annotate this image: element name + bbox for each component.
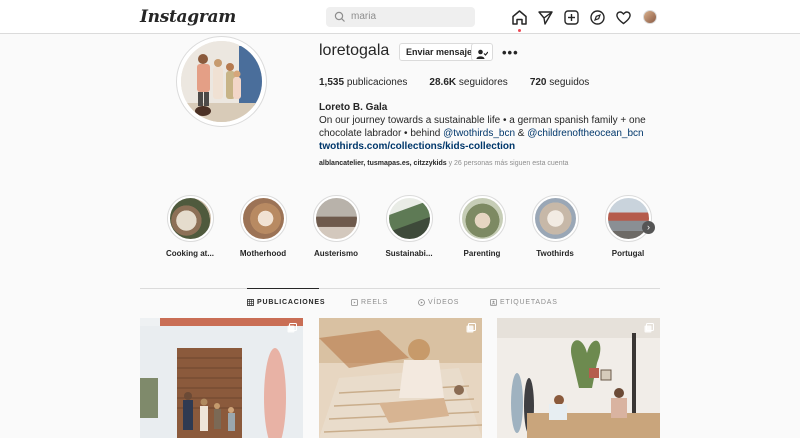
tab-label: PUBLICACIONES <box>257 299 326 306</box>
followed-by[interactable]: alblancatelier, tusmapas.es, citzzykids … <box>319 160 568 167</box>
tab-label: ETIQUETADAS <box>500 299 558 306</box>
instagram-logo[interactable]: Instagram <box>140 7 236 27</box>
profile-picture[interactable] <box>176 36 267 127</box>
highlight-item[interactable]: Cooking at... <box>160 195 220 258</box>
tab-label: REELS <box>361 299 388 306</box>
story-highlights: Cooking at... Motherhood Austerismo Sust… <box>160 195 660 265</box>
direct-button[interactable] <box>537 9 554 26</box>
active-dot <box>518 28 521 32</box>
tab-videos[interactable]: VÍDEOS <box>418 299 459 306</box>
compass-icon <box>590 9 605 25</box>
following-stat[interactable]: 720 seguidos <box>530 77 590 88</box>
bio-line-2-prefix: labrador • behind <box>364 128 444 139</box>
user-check-icon <box>476 49 488 59</box>
post-thumbnail[interactable] <box>140 318 303 438</box>
home-button[interactable] <box>511 9 528 32</box>
search-value: maria <box>351 11 377 22</box>
profile-stats: 1,535 publicaciones 28.6K seguidores 720… <box>319 77 589 88</box>
active-tab-indicator <box>247 288 319 289</box>
reels-icon <box>351 299 358 306</box>
highlight-label: Sustainabi... <box>385 249 433 258</box>
highlight-label: Cooking at... <box>166 249 214 258</box>
tabs-divider <box>140 288 660 289</box>
tab-publicaciones[interactable]: PUBLICACIONES <box>247 299 325 306</box>
home-icon <box>512 9 527 25</box>
followers-count: 28.6K <box>429 77 457 88</box>
bio-website-link[interactable]: twothirds.com/collections/kids-collectio… <box>319 140 669 153</box>
highlight-cover <box>315 198 357 239</box>
grid-icon <box>247 299 254 306</box>
profile-bio: Loreto B. Gala On our journey towards a … <box>319 101 669 153</box>
post-image <box>140 318 303 438</box>
highlight-cover <box>461 198 503 239</box>
followed-by-suffix: y 26 personas más siguen esta cuenta <box>446 160 569 167</box>
heart-icon <box>616 10 631 24</box>
posts-stat: 1,535 publicaciones <box>319 77 407 88</box>
more-options-button[interactable]: ••• <box>502 45 519 60</box>
highlight-label: Portugal <box>611 249 645 258</box>
highlight-label: Austerismo <box>313 249 358 258</box>
highlight-item[interactable]: Parenting <box>452 195 512 258</box>
follow-button[interactable] <box>471 43 493 61</box>
activity-button[interactable] <box>615 9 632 26</box>
bio-text: On our journey towards a sustainable lif… <box>319 114 669 140</box>
highlight-cover <box>388 198 430 239</box>
tagged-icon <box>490 299 497 306</box>
carousel-icon <box>287 323 297 333</box>
profile-full-name: Loreto B. Gala <box>319 102 388 113</box>
top-nav: Instagram maria <box>0 0 800 34</box>
profile-photo <box>181 41 262 122</box>
tab-label: VÍDEOS <box>428 299 460 306</box>
tab-reels[interactable]: REELS <box>351 299 388 306</box>
avatar <box>643 9 657 24</box>
posts-label: publicaciones <box>346 77 408 88</box>
profile-tabs: PUBLICACIONES REELS VÍDEOS ETIQUETADAS <box>140 299 660 311</box>
highlight-item[interactable]: Austerismo <box>306 195 366 258</box>
bio-mention-twothirds[interactable]: @twothirds_bcn <box>443 128 515 139</box>
paper-plane-icon <box>538 10 553 25</box>
followers-stat[interactable]: 28.6K seguidores <box>429 77 507 88</box>
video-icon <box>418 299 425 306</box>
profile-button[interactable] <box>641 9 658 26</box>
highlight-cover <box>169 198 211 239</box>
send-message-button[interactable]: Enviar mensaje <box>399 43 480 61</box>
followed-by-names: alblancatelier, tusmapas.es, citzzykids <box>319 160 447 167</box>
carousel-icon <box>466 323 476 333</box>
plus-square-icon <box>564 9 579 25</box>
highlight-label: Twothirds <box>536 249 574 258</box>
search-icon <box>334 11 345 22</box>
highlight-cover <box>242 198 284 239</box>
tab-etiquetadas[interactable]: ETIQUETADAS <box>490 299 558 306</box>
profile-username: loretogala <box>319 42 390 59</box>
following-label: seguidos <box>549 77 590 88</box>
bio-amp: & <box>515 128 528 139</box>
new-post-button[interactable] <box>563 9 580 26</box>
explore-button[interactable] <box>589 9 606 26</box>
highlight-cover <box>607 198 649 239</box>
followers-label: seguidores <box>458 77 508 88</box>
post-thumbnail[interactable] <box>497 318 660 438</box>
highlight-label: Parenting <box>463 249 501 258</box>
carousel-icon <box>644 323 654 333</box>
post-image <box>319 318 482 438</box>
highlight-label: Motherhood <box>239 249 287 258</box>
chevron-right-icon: › <box>647 222 650 232</box>
posts-count: 1,535 <box>319 77 345 88</box>
highlight-item[interactable]: Sustainabi... <box>379 195 439 258</box>
highlight-item[interactable]: Motherhood <box>233 195 293 258</box>
post-thumbnail[interactable] <box>319 318 482 438</box>
post-image <box>497 318 660 438</box>
highlight-cover <box>534 198 576 239</box>
highlights-next-button[interactable]: › <box>642 221 655 234</box>
following-count: 720 <box>529 77 547 88</box>
search-input[interactable]: maria <box>326 7 475 27</box>
highlight-item[interactable]: Twothirds <box>525 195 585 258</box>
bio-mention-childrenoftheocean[interactable]: @childrenoftheocean_bcn <box>527 128 643 139</box>
